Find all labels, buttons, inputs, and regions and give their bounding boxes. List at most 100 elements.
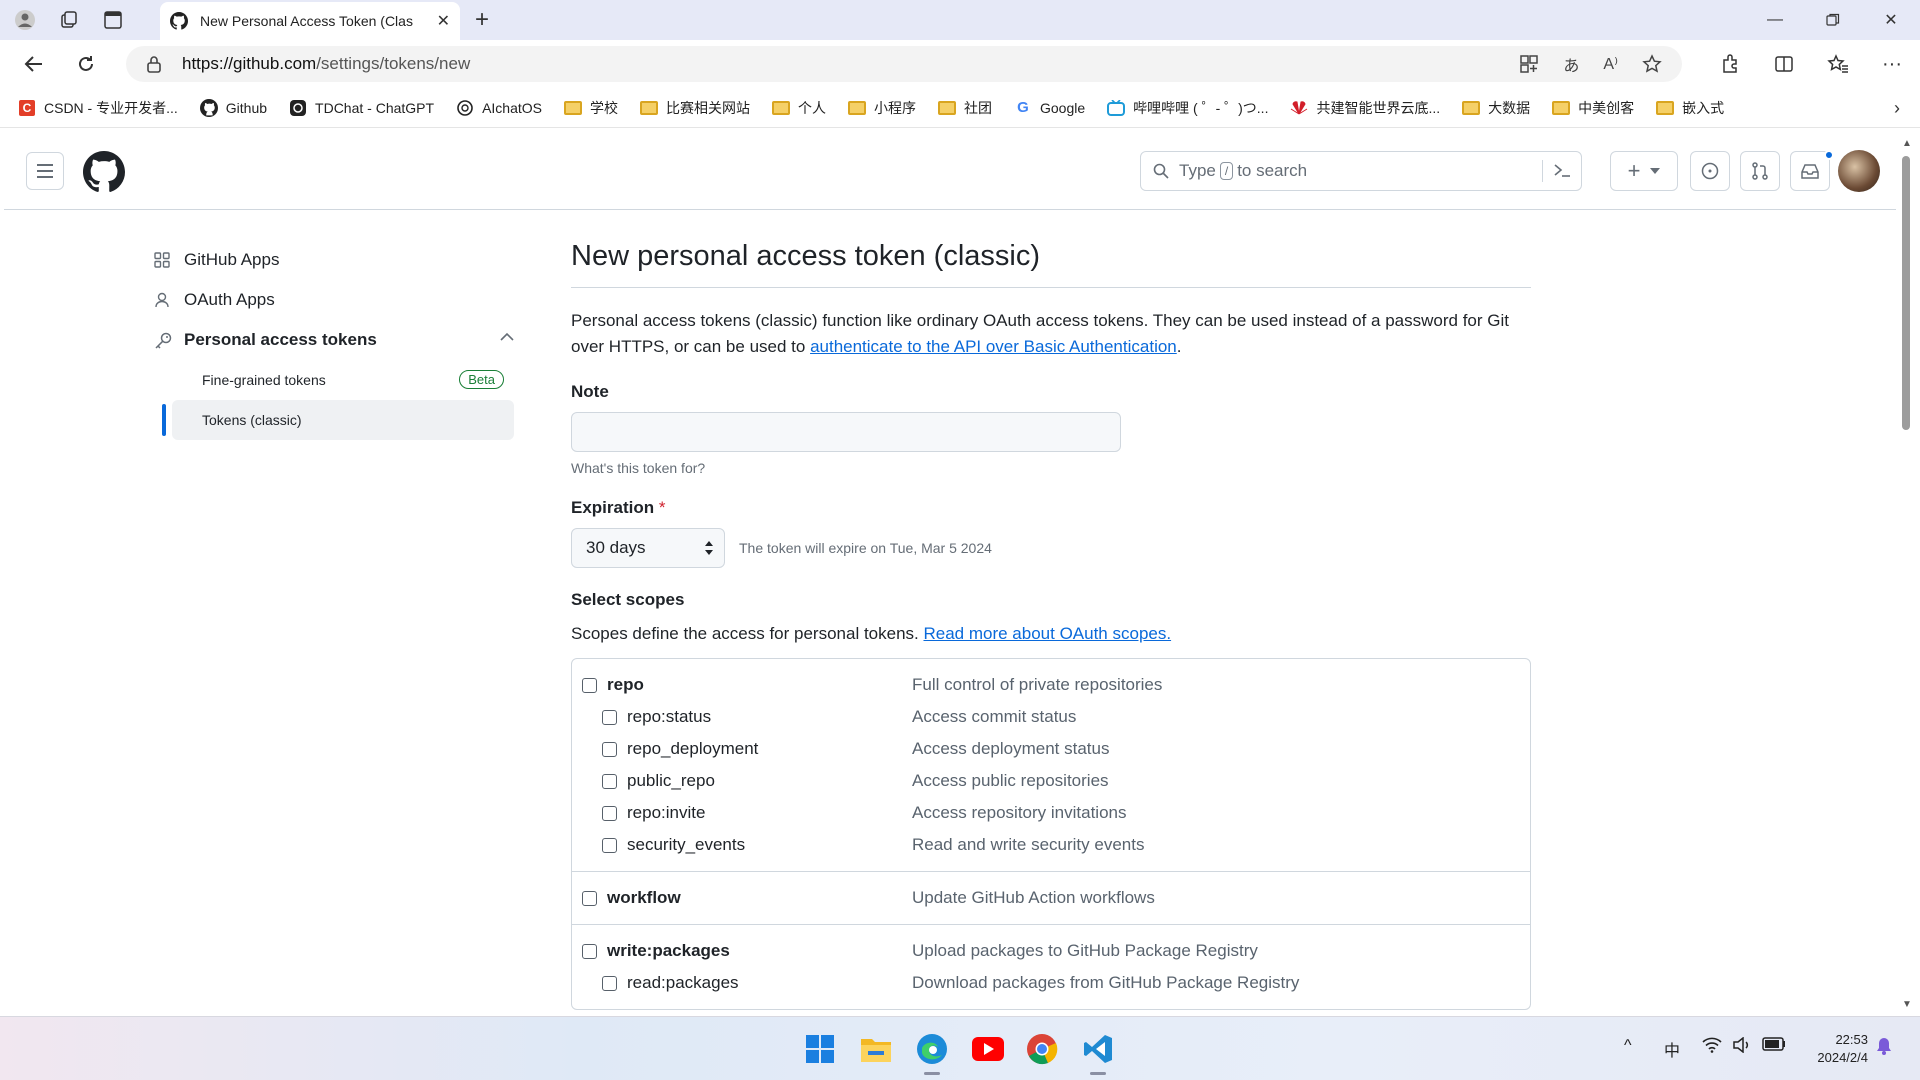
windows-start-icon[interactable] <box>802 1031 838 1067</box>
close-tab-icon[interactable]: ✕ <box>437 11 450 31</box>
avatar[interactable] <box>1838 150 1880 192</box>
note-field[interactable] <box>571 412 1121 452</box>
translate-icon[interactable]: あ <box>1563 52 1579 76</box>
vertical-scrollbar[interactable]: ▲ ▼ <box>1896 128 1916 1016</box>
bookmark-item[interactable]: 社团 <box>937 98 992 118</box>
scrollbar-thumb[interactable] <box>1902 156 1910 430</box>
bookmark-item[interactable]: 学校 <box>563 98 618 118</box>
scope-description: Access public repositories <box>912 771 1109 790</box>
extensions-icon[interactable] <box>1712 46 1748 82</box>
sidebar-item-oauth-apps[interactable]: OAuth Apps <box>154 280 514 320</box>
note-label: Note <box>571 382 609 401</box>
youtube-icon[interactable] <box>970 1031 1006 1067</box>
hamburger-menu-icon[interactable] <box>26 152 64 190</box>
show-hidden-icons-icon[interactable]: ^ <box>1624 1037 1632 1055</box>
workspaces-icon[interactable] <box>50 4 88 36</box>
apps-grid-icon <box>154 252 170 268</box>
favorite-star-icon[interactable] <box>1642 54 1662 74</box>
bookmark-item[interactable]: 中美创客 <box>1552 98 1634 118</box>
refresh-icon[interactable] <box>68 46 104 82</box>
profile-icon[interactable] <box>6 4 44 36</box>
scope-checkbox[interactable] <box>602 838 617 853</box>
system-clock[interactable]: 22:53 2024/2/4 <box>1800 1031 1868 1067</box>
sidebar-item-tokens-classic[interactable]: Tokens (classic) <box>162 400 514 440</box>
bookmark-item[interactable]: 大数据 <box>1462 98 1530 118</box>
notification-bell-icon[interactable] <box>1876 1037 1892 1055</box>
volume-icon[interactable] <box>1732 1037 1752 1053</box>
bookmark-item[interactable]: 嵌入式 <box>1656 98 1724 118</box>
scope-row: repo:invite Access repository invitations <box>572 797 1530 829</box>
expiration-select[interactable]: 30 days <box>571 528 725 568</box>
close-window-icon[interactable]: ✕ <box>1862 0 1920 40</box>
favorites-icon[interactable] <box>1820 46 1856 82</box>
page-description: Personal access tokens (classic) functio… <box>571 308 1531 360</box>
bookmark-item[interactable]: C CSDN - 专业开发者... <box>18 98 178 118</box>
scope-row: security_events Read and write security e… <box>572 829 1530 861</box>
more-menu-icon[interactable]: ··· <box>1874 46 1910 82</box>
bookmark-item[interactable]: AIchatOS <box>456 99 542 117</box>
sidebar-item-github-apps[interactable]: GitHub Apps <box>154 240 514 280</box>
restore-icon[interactable] <box>1804 0 1862 40</box>
windows-taskbar: ^ 中 22:53 2024/2/4 <box>0 1016 1920 1080</box>
create-new-button[interactable]: + <box>1610 151 1678 191</box>
wifi-icon[interactable] <box>1702 1037 1722 1053</box>
sidebar-item-fine-grained-tokens[interactable]: Fine-grained tokens Beta <box>172 360 514 400</box>
chrome-icon[interactable] <box>1024 1031 1060 1067</box>
battery-icon[interactable] <box>1762 1037 1786 1051</box>
oauth-scopes-link[interactable]: Read more about OAuth scopes. <box>923 624 1171 643</box>
scope-checkbox[interactable] <box>582 944 597 959</box>
scope-row: repo:status Access commit status <box>572 701 1530 733</box>
search-input[interactable]: Type / to search <box>1140 151 1582 191</box>
tab-github-token[interactable]: New Personal Access Token (Clas ✕ <box>160 2 460 40</box>
issues-icon[interactable] <box>1690 151 1730 191</box>
bookmark-item[interactable]: TDChat - ChatGPT <box>289 99 434 117</box>
pull-requests-icon[interactable] <box>1740 151 1780 191</box>
bookmark-label: 小程序 <box>873 99 916 116</box>
split-screen-icon[interactable] <box>1766 46 1802 82</box>
bookmark-label: 个人 <box>797 99 826 116</box>
expiration-value: 30 days <box>586 538 646 557</box>
github-logo-icon[interactable] <box>83 151 125 193</box>
search-placeholder-prefix: Type <box>1179 161 1216 180</box>
scope-checkbox[interactable] <box>582 891 597 906</box>
new-tab-button[interactable]: + <box>466 4 498 36</box>
scope-checkbox[interactable] <box>602 774 617 789</box>
vscode-icon[interactable] <box>1080 1031 1116 1075</box>
bookmark-item[interactable]: 共建智能世界云底... <box>1290 98 1440 118</box>
bookmark-item[interactable]: 个人 <box>771 98 826 118</box>
scope-row: public_repo Access public repositories <box>572 765 1530 797</box>
minimize-icon[interactable]: — <box>1746 0 1804 40</box>
basic-auth-link[interactable]: authenticate to the API over Basic Authe… <box>810 337 1177 356</box>
bookmarks-bar: C CSDN - 专业开发者... Github TDChat - ChatGPT… <box>0 88 1920 128</box>
bookmark-item[interactable]: Github <box>199 98 267 117</box>
file-explorer-icon[interactable] <box>858 1031 894 1067</box>
scope-checkbox[interactable] <box>602 976 617 991</box>
bookmark-item[interactable]: 比赛相关网站 <box>639 98 750 118</box>
scroll-down-icon[interactable]: ▼ <box>1902 999 1912 1010</box>
scope-checkbox[interactable] <box>602 710 617 725</box>
edge-icon[interactable] <box>914 1031 950 1075</box>
scope-checkbox[interactable] <box>602 742 617 757</box>
ime-indicator[interactable]: 中 <box>1664 1037 1680 1061</box>
chevron-right-icon[interactable]: › <box>1894 98 1900 119</box>
command-palette-icon[interactable] <box>1553 162 1571 178</box>
sidebar-item-personal-access-tokens[interactable]: Personal access tokens <box>154 320 514 360</box>
folder-icon <box>771 99 790 117</box>
bookmark-label: Google <box>1039 99 1086 116</box>
bookmark-item[interactable]: 哔哩哔哩 ( ゜- ゜)つ... <box>1107 98 1268 118</box>
bookmark-item[interactable]: 小程序 <box>847 98 916 118</box>
read-aloud-icon[interactable]: A⁾ <box>1603 54 1618 74</box>
chevron-up-icon[interactable] <box>500 332 514 342</box>
back-icon[interactable] <box>16 46 52 82</box>
sidebar-item-label: Personal access tokens <box>184 330 377 349</box>
lock-icon[interactable] <box>146 55 162 73</box>
bookmark-item[interactable]: G Google <box>1014 99 1085 117</box>
plus-icon: + <box>1627 158 1641 183</box>
scope-checkbox[interactable] <box>582 678 597 693</box>
app-available-icon[interactable] <box>1519 54 1539 74</box>
tab-actions-icon[interactable] <box>94 4 132 36</box>
url-field[interactable]: https://github.com/settings/tokens/new あ… <box>126 46 1682 82</box>
scope-checkbox[interactable] <box>602 806 617 821</box>
scroll-up-icon[interactable]: ▲ <box>1902 138 1912 149</box>
scope-description: Update GitHub Action workflows <box>912 888 1155 907</box>
